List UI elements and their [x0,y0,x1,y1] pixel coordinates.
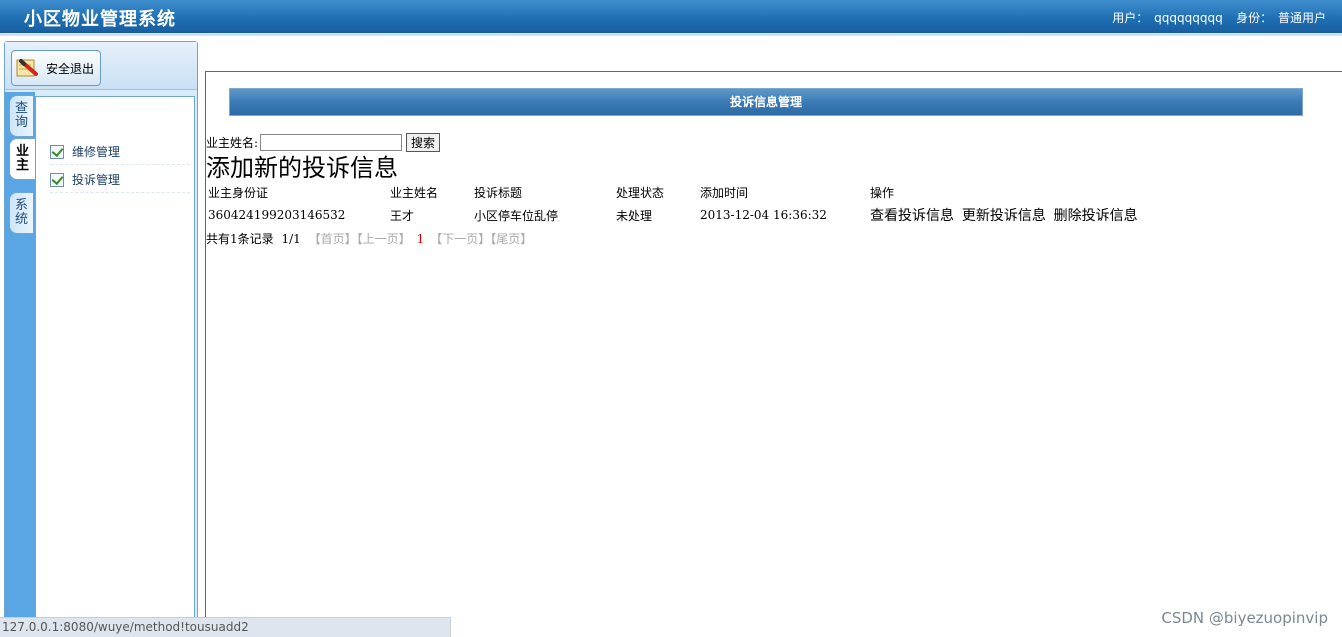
update-complaint-link[interactable]: 更新投诉信息 [962,208,1046,224]
role-name: 普通用户 [1277,11,1326,25]
complaint-table: 业主身份证 业主姓名 投诉标题 处理状态 添加时间 操作 36042419920… [206,182,1168,228]
cell-actions: 查看投诉信息 更新投诉信息 删除投诉信息 [868,202,1168,228]
checkbox-icon [50,172,64,187]
table-header-row: 业主身份证 业主姓名 投诉标题 处理状态 添加时间 操作 [206,182,1168,202]
cell-owner: 王才 [390,208,415,223]
add-complaint-link[interactable]: 添加新的投诉信息 [206,148,398,183]
column-header: 业主身份证 [208,185,269,200]
page-title: 投诉信息管理 [229,88,1303,116]
cell-status: 未处理 [616,208,653,223]
first-page-link[interactable]: 【首页】 [309,232,357,246]
cell-time: 2013-12-04 16:36:32 [700,208,827,222]
next-page-link[interactable]: 【下一页】 [430,232,490,246]
column-header: 投诉标题 [474,185,523,200]
pencil-note-icon [16,57,40,79]
table-row: 360424199203146532 王才 小区停车位乱停 未处理 2013-1… [206,202,1168,228]
last-page-link[interactable]: 【尾页】 [490,232,532,246]
view-complaint-link[interactable]: 查看投诉信息 [870,208,954,224]
current-page-number[interactable]: 1 [417,232,425,246]
sidebar-item-complaint[interactable]: 投诉管理 [50,167,190,193]
user-info: 用户： qqqqqqqqq 身份： 普通用户 [1110,9,1326,26]
header-divider [0,33,1342,36]
top-header: 小区物业管理系统 用户： qqqqqqqqq 身份： 普通用户 [0,0,1342,33]
user-name: qqqqqqqqq [1154,11,1223,25]
column-header: 处理状态 [616,185,665,200]
browser-status-url: 127.0.0.1:8080/wuye/method!tousuadd2 [0,617,451,637]
watermark: CSDN @biyezuopinvip [1161,609,1328,627]
role-label: 身份： [1236,11,1273,25]
checkbox-icon [50,144,64,159]
sidebar-item-label: 投诉管理 [72,173,121,187]
delete-complaint-link[interactable]: 删除投诉信息 [1054,208,1138,224]
app-title: 小区物业管理系统 [24,9,176,30]
cell-id-card: 360424199203146532 [208,208,346,222]
left-panel: 安全退出 查询 业主 系统 维修管理 投诉管理 [4,41,198,631]
search-button[interactable]: 搜索 [406,132,441,152]
column-header: 业主姓名 [390,185,439,200]
page-indicator: 1/1 [281,232,301,246]
sidebar-item-repair[interactable]: 维修管理 [50,139,190,165]
logout-label: 安全退出 [46,61,95,76]
left-toolbar: 安全退出 [5,42,197,90]
prev-page-link[interactable]: 【上一页】 [357,232,411,246]
logout-button[interactable]: 安全退出 [11,50,101,86]
sidebar-item-label: 维修管理 [72,145,121,159]
total-records: 共有1条记录 [206,232,274,246]
tab-system[interactable]: 系统 [9,192,33,234]
nav-menu: 维修管理 投诉管理 [35,96,195,630]
cell-title: 小区停车位乱停 [474,208,559,223]
pagination: 共有1条记录 1/1 【首页】【上一页】 1 【下一页】【尾页】 [206,230,532,247]
column-header: 操作 [870,185,895,200]
main-content: 投诉信息管理 业主姓名: 搜索 添加新的投诉信息 业主身份证 业主姓名 投诉标题… [205,71,1342,637]
column-header: 添加时间 [700,185,749,200]
tab-query[interactable]: 查询 [9,95,33,137]
tab-owner[interactable]: 业主 [9,138,35,180]
user-label: 用户： [1112,11,1149,25]
